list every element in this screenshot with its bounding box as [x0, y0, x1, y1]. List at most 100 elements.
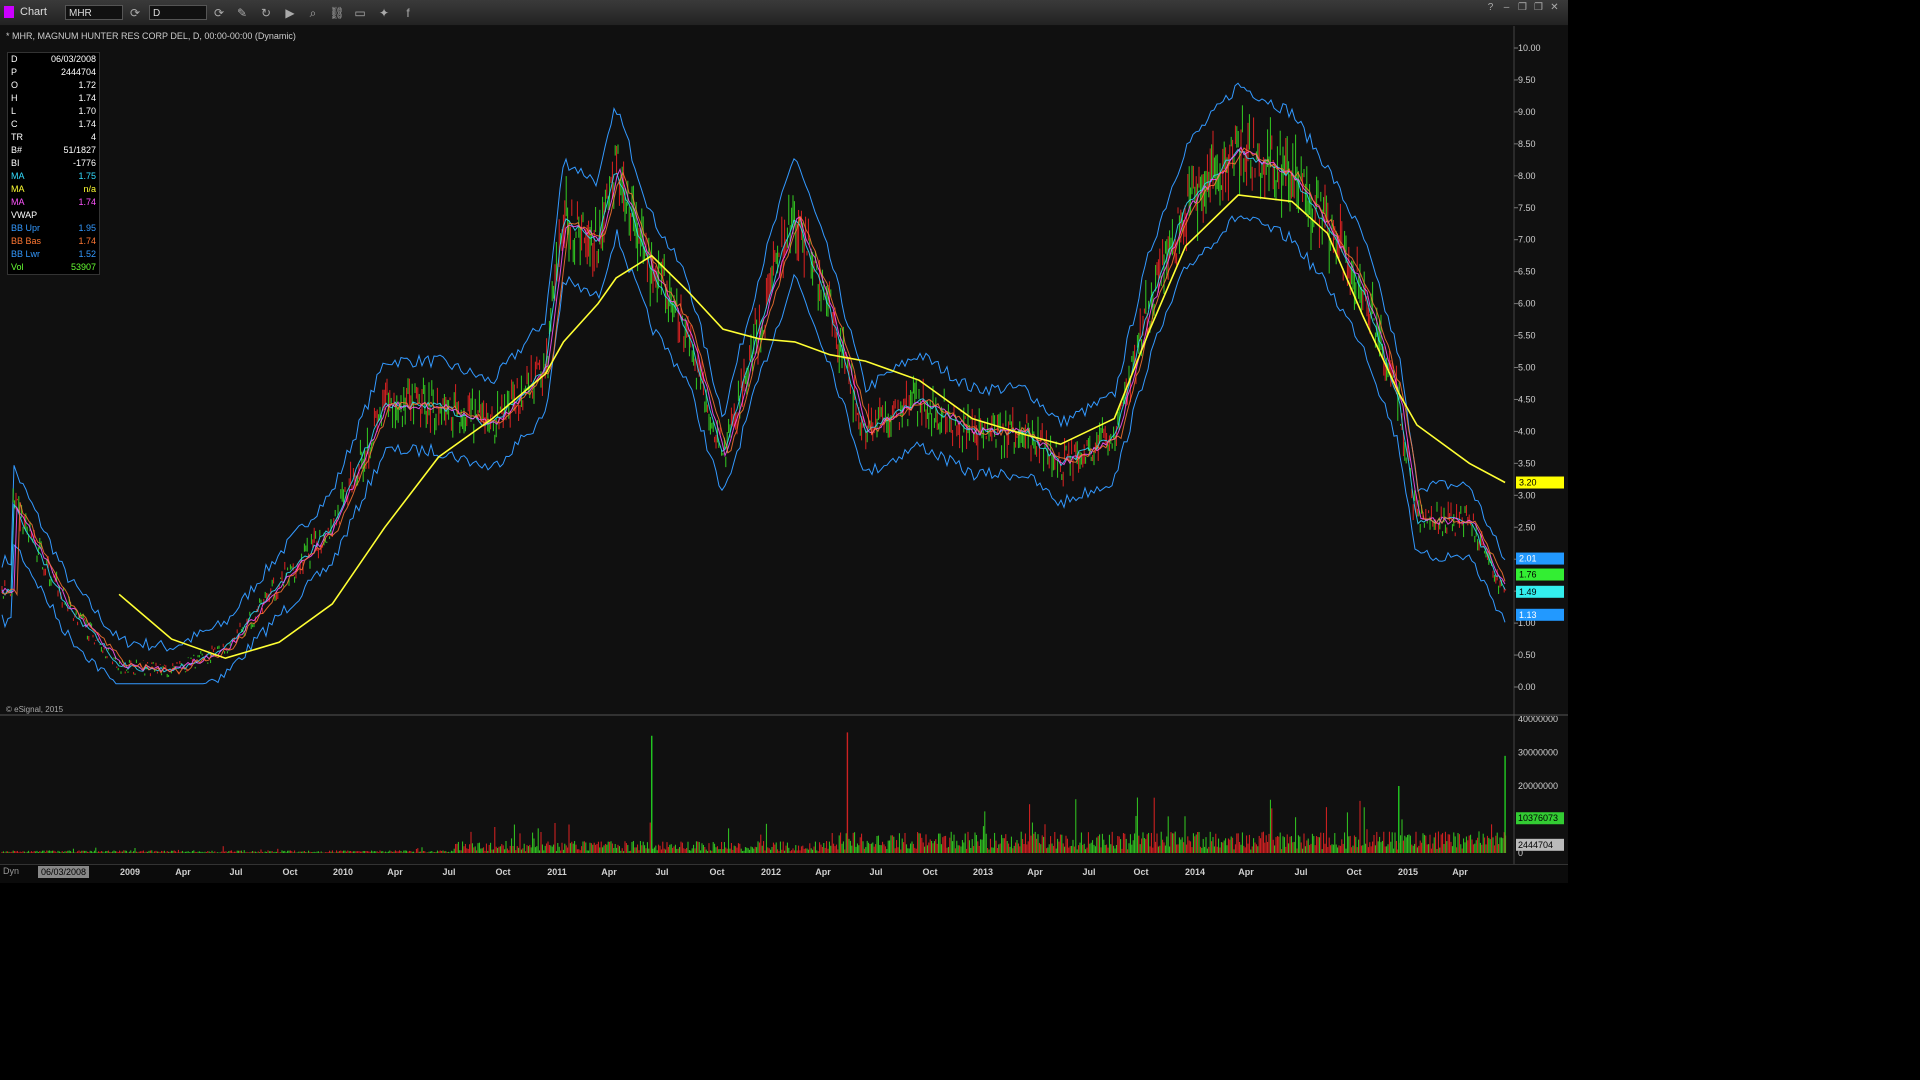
data-row-value: n/a: [83, 184, 96, 194]
x-tick-label: 2013: [973, 867, 993, 877]
data-row-label: L: [11, 106, 17, 116]
data-row-label: MA: [11, 184, 25, 194]
volume-tick-label: 30000000: [1518, 748, 1558, 758]
y-tick-label: 7.50: [1518, 203, 1536, 213]
y-tick-label: 10.00: [1518, 43, 1541, 53]
interval-icon[interactable]: ⟳: [211, 5, 227, 21]
data-row: VWAP: [8, 209, 99, 222]
data-row: H 1.74: [8, 92, 99, 105]
twitter-icon[interactable]: ✦: [376, 5, 392, 21]
restore2-icon[interactable]: ❐: [1532, 2, 1545, 14]
x-tick-label: Jul: [1294, 867, 1307, 877]
volume-bars: [1, 732, 1507, 853]
price-tag-label: 2.01: [1519, 554, 1537, 564]
data-row-label: BB Upr: [11, 223, 41, 233]
data-row-value: 53907: [70, 262, 96, 272]
x-tick-label: 2010: [333, 867, 353, 877]
data-row-value: 1.70: [78, 106, 96, 116]
x-tick-label: Apr: [175, 867, 191, 877]
volume-chart[interactable]: 0100000002000000030000000400000001037607…: [0, 716, 1568, 866]
y-tick-label: 8.50: [1518, 139, 1536, 149]
x-tick-label: Apr: [1238, 867, 1254, 877]
data-row: Vol 53907: [8, 261, 99, 274]
y-tick-label: 3.00: [1518, 490, 1536, 500]
data-row-label: D: [11, 54, 18, 64]
data-row-value: 1.75: [78, 171, 96, 181]
y-tick-label: 4.50: [1518, 394, 1536, 404]
volume-tag-label: 2444704: [1518, 840, 1553, 850]
cycle-icon[interactable]: ↻: [258, 5, 274, 21]
data-row-value: 1.74: [78, 93, 96, 103]
price-tag-label: 3.20: [1519, 478, 1537, 488]
x-tick-label: Jul: [655, 867, 668, 877]
y-tick-label: 3.50: [1518, 458, 1536, 468]
symbol-input[interactable]: MHR: [65, 5, 123, 20]
data-row-value: 4: [90, 132, 96, 142]
facebook-icon[interactable]: f: [400, 5, 416, 21]
refresh-icon[interactable]: ⟳: [127, 5, 143, 21]
chart-header: * MHR, MAGNUM HUNTER RES CORP DEL, D, 00…: [6, 31, 296, 41]
y-tick-label: 9.00: [1518, 107, 1536, 117]
minimize-icon[interactable]: –: [1500, 2, 1513, 14]
x-tick-label: Apr: [815, 867, 831, 877]
x-tick-label: Jul: [1082, 867, 1095, 877]
x-tick-label: Oct: [709, 867, 724, 877]
x-tick-label: Apr: [601, 867, 617, 877]
data-row: MA 1.74: [8, 196, 99, 209]
data-row-label: VWAP: [11, 210, 38, 220]
data-row: P 2444704: [8, 66, 99, 79]
data-row-value: 2444704: [60, 67, 96, 77]
window-title: Chart: [20, 6, 47, 18]
x-tick-label: Apr: [387, 867, 403, 877]
y-tick-label: 6.00: [1518, 299, 1536, 309]
data-row-value: 1.74: [78, 119, 96, 129]
y-tick-label: 9.50: [1518, 75, 1536, 85]
comment-icon[interactable]: ▭: [352, 5, 368, 21]
volume-tick-label: 20000000: [1518, 781, 1558, 791]
restore-icon[interactable]: ❐: [1516, 2, 1529, 14]
data-row: BB Upr 1.95: [8, 222, 99, 235]
price-tag-label: 1.76: [1519, 570, 1537, 580]
data-row-label: MA: [11, 171, 25, 181]
toolbar: Chart MHR ⟳ D ⟳ ✎ ↻ ▶ ⌕ ⛓ ▭ ✦ f ? – ❐ ❐ …: [0, 0, 1568, 26]
data-row-value: 1.72: [78, 80, 96, 90]
y-tick-label: 0.50: [1518, 650, 1536, 660]
data-row-label: P: [11, 67, 18, 77]
x-tick-label: Apr: [1027, 867, 1043, 877]
x-tick-label: 2011: [547, 867, 567, 877]
interval-input[interactable]: D: [149, 5, 207, 20]
data-row-value: -1776: [72, 158, 96, 168]
price-chart[interactable]: 0.000.501.001.502.002.503.003.504.004.50…: [0, 26, 1568, 716]
data-row: L 1.70: [8, 105, 99, 118]
y-tick-label: 4.00: [1518, 426, 1536, 436]
y-tick-label: 8.00: [1518, 171, 1536, 181]
data-row: C 1.74: [8, 118, 99, 131]
data-row-label: O: [11, 80, 19, 90]
fast-ma-line: [1, 146, 1506, 673]
x-tick-label: 2012: [761, 867, 781, 877]
help-icon[interactable]: ?: [1484, 2, 1497, 14]
data-row: MA 1.75: [8, 170, 99, 183]
data-row: O 1.72: [8, 79, 99, 92]
pencil-icon[interactable]: ✎: [234, 5, 250, 21]
play-icon[interactable]: ▶: [282, 5, 298, 21]
bb-lower-line: [1, 215, 1506, 685]
x-tick-label: 2009: [120, 867, 140, 877]
x-tick-label: Jul: [229, 867, 242, 877]
data-row-label: TR: [11, 132, 23, 142]
data-row-label: C: [11, 119, 18, 129]
x-tick-label: Oct: [1133, 867, 1148, 877]
price-tag-label: 1.49: [1519, 587, 1537, 597]
y-tick-label: 5.50: [1518, 331, 1536, 341]
close-icon[interactable]: ✕: [1548, 2, 1561, 14]
x-tick-label: Oct: [495, 867, 510, 877]
data-row-value: 51/1827: [63, 145, 96, 155]
data-row-value: 1.74: [78, 236, 96, 246]
data-row: TR 4: [8, 131, 99, 144]
data-row: D 06/03/2008: [8, 53, 99, 66]
link-icon[interactable]: ⛓: [329, 5, 345, 21]
search-icon[interactable]: ⌕: [305, 5, 321, 21]
data-row: BB Bas 1.74: [8, 235, 99, 248]
data-row-value: 1.95: [78, 223, 96, 233]
x-tick-label: Jul: [869, 867, 882, 877]
